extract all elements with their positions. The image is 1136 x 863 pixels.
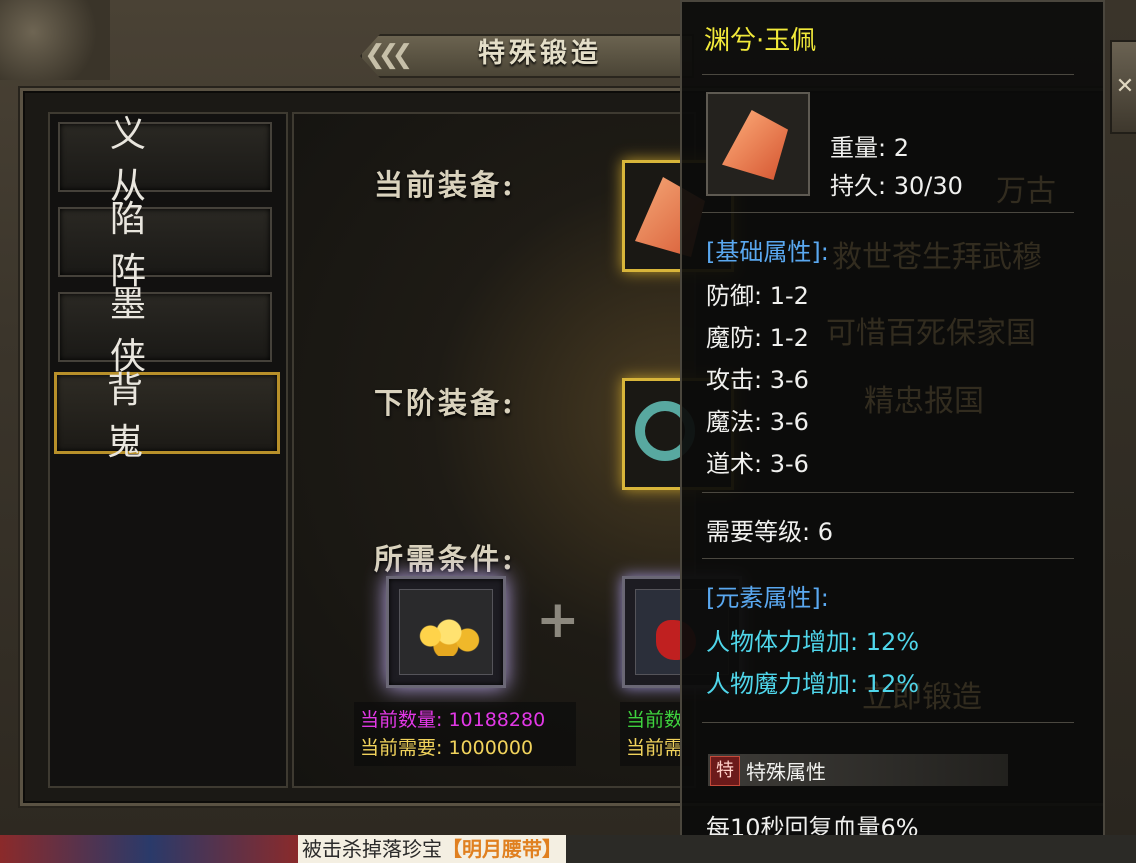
divider	[702, 492, 1074, 493]
requirements-label: 所需条件:	[374, 542, 516, 576]
level-label: 需要等级:	[706, 518, 811, 546]
item-icon-frame	[706, 92, 810, 196]
base-attr-header: [基础属性]:	[706, 238, 829, 266]
title-arrows-icon: ❮❮❮	[364, 40, 413, 70]
current-qty-value: 10188280	[448, 709, 546, 731]
current-need-value: 1000000	[448, 737, 534, 759]
attr-label: 道术:	[706, 450, 763, 478]
current-equip-label: 当前装备:	[374, 168, 516, 202]
material-qty-label: 当前数	[626, 709, 684, 731]
lower-equip-label: 下阶装备:	[374, 386, 516, 420]
durability-label: 持久:	[830, 172, 887, 200]
attr-value: 12%	[865, 628, 920, 656]
level-row: 需要等级: 6	[706, 512, 833, 547]
material-need-label: 当前需	[626, 737, 684, 759]
attr-label: 魔法:	[706, 408, 763, 436]
attr-value: 12%	[865, 670, 920, 698]
gold-requirement-info: 当前数量: 10188280 当前需要: 1000000	[354, 702, 576, 766]
gold-coins-icon	[418, 616, 480, 656]
bg-verse-2: 可惜百死保家国	[826, 316, 1036, 351]
attr-value: 1-2	[769, 324, 809, 352]
current-qty-label: 当前数量:	[360, 709, 443, 731]
divider	[702, 558, 1074, 559]
weight-row: 重量: 2	[830, 128, 909, 163]
divider	[702, 722, 1074, 723]
weight-label: 重量:	[830, 134, 887, 162]
hud-fragment	[0, 835, 300, 863]
gold-requirement-slot[interactable]	[386, 576, 506, 688]
item-link[interactable]: 【明月腰带】	[442, 837, 562, 861]
bg-verse-1: 救世苍生拜武穆	[832, 240, 1042, 275]
system-message: 被击杀掉落珍宝【明月腰带】	[298, 835, 566, 863]
special-header: 特殊属性	[746, 760, 826, 784]
attr-label: 防御:	[706, 282, 763, 310]
divider	[702, 74, 1074, 75]
divider	[702, 212, 1074, 213]
attr-value: 3-6	[769, 408, 809, 436]
message-text: 被击杀掉落珍宝	[302, 837, 442, 861]
attr-value: 3-6	[769, 450, 809, 478]
level-value: 6	[817, 518, 834, 546]
attr-row-defense: 防御: 1-2	[706, 276, 809, 311]
slot-inner	[399, 589, 493, 675]
window-title: 特殊锻造	[478, 38, 602, 69]
element-attr-header: [元素属性]:	[706, 584, 829, 612]
attr-label: 攻击:	[706, 366, 763, 394]
bg-verse-4: 万古	[996, 174, 1056, 209]
menu-item-yicong[interactable]: 义 从	[58, 114, 272, 207]
attr-row-attack: 攻击: 3-6	[706, 360, 809, 395]
menu-item-xianzhen[interactable]: 陷 阵	[58, 199, 272, 292]
durability-row: 持久: 30/30	[830, 166, 963, 201]
menu-item-moxia[interactable]: 墨 侠	[58, 284, 272, 377]
pendant-icon	[722, 110, 788, 180]
attr-row-magic: 魔法: 3-6	[706, 402, 809, 437]
element-attr-row-mana: 人物魔力增加: 12%	[706, 664, 919, 699]
attr-value: 1-2	[769, 282, 809, 310]
weight-value: 2	[893, 134, 910, 162]
special-badge-icon: 特	[710, 756, 740, 786]
attr-label: 魔防:	[706, 324, 763, 352]
item-name: 渊兮·玉佩	[704, 26, 817, 56]
bg-verse-3: 精忠报国	[864, 384, 984, 419]
attr-row-magic-defense: 魔防: 1-2	[706, 318, 809, 353]
durability-value: 30/30	[893, 172, 963, 200]
attr-value: 3-6	[769, 366, 809, 394]
panel-corner-ornament	[0, 0, 110, 80]
attr-label: 人物魔力增加:	[706, 670, 859, 698]
menu-item-beiwei[interactable]: 背 嵬	[54, 370, 280, 463]
close-button[interactable]: ✕	[1110, 40, 1136, 134]
item-tooltip: 万古 救世苍生拜武穆 可惜百死保家国 精忠报国 立即锻造 渊兮·玉佩 重量: 2…	[680, 0, 1105, 848]
attr-label: 人物体力增加:	[706, 628, 859, 656]
attr-row-taoism: 道术: 3-6	[706, 444, 809, 479]
element-attr-row-stamina: 人物体力增加: 12%	[706, 622, 919, 657]
current-need-label: 当前需要:	[360, 737, 443, 759]
plus-icon: +	[536, 590, 580, 650]
